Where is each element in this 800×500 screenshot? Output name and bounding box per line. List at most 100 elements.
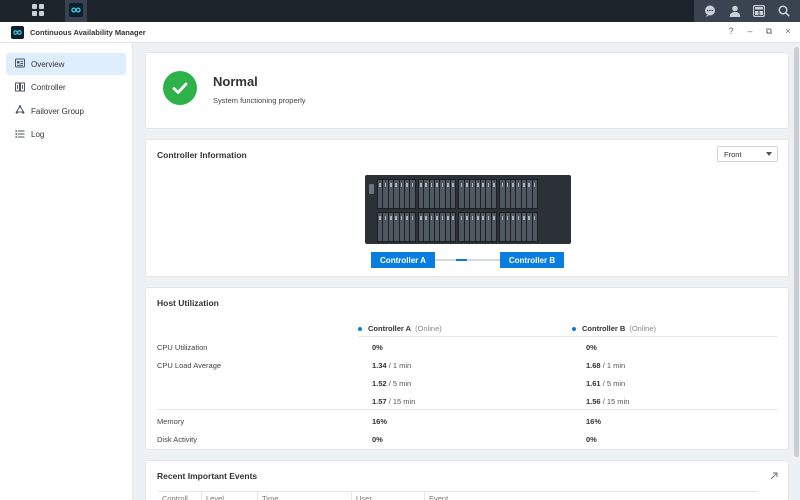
drive-row-top [377,179,538,209]
minimize-button[interactable]: – [746,26,754,37]
drive-bay [404,213,410,241]
drive-bay [527,213,532,241]
cpu-load-a-5min: 1.52 / 5 min [372,379,412,388]
status-ok-icon [163,71,197,105]
drive-bay [464,180,470,208]
controller-b-badge[interactable]: Controller B [500,252,564,268]
divider [358,336,778,337]
drive-bay [394,180,399,208]
drive-bay [486,213,491,241]
drive-bay [481,213,486,241]
card-title: Host Utilization [157,298,219,308]
disk-activity-a: 0% [372,435,383,444]
drive-bay [470,180,475,208]
host-utilization-card: Host Utilization Controller A (Online) C… [145,287,789,450]
drive-bay [399,180,404,208]
drive-bay [451,213,456,241]
drive-bay [388,213,394,241]
drive-bay-group [377,212,416,242]
status-title: Normal [213,74,258,89]
drive-bay [445,180,451,208]
recent-events-card: Recent Important Events Controll... Leve… [145,460,789,500]
drive-bay [434,180,440,208]
cpu-utilization-a: 0% [372,343,383,352]
drive-bay [521,180,527,208]
drive-bay-group [377,179,416,209]
cpu-utilization-b: 0% [586,343,597,352]
chevron-down-icon [766,152,772,156]
column-state: (Online) [629,324,657,333]
cpu-load-b-5min: 1.61 / 5 min [586,379,626,388]
status-subtitle: System functioning properly [213,96,306,105]
drive-bay-group [458,179,498,209]
app-logo-icon [11,25,24,39]
drive-row-bottom [377,212,538,242]
cpu-load-a-15min: 1.57 / 15 min [372,397,416,406]
scrollbar[interactable] [794,47,799,457]
online-dot-icon [358,326,362,331]
drive-bay-group [458,212,498,242]
online-dot-icon [572,326,576,331]
controller-information-card: Controller Information Front Controller … [145,139,789,277]
sidebar-item-log[interactable]: Log [6,124,126,146]
sidebar-item-label: Log [31,130,45,139]
memory-b: 16% [586,417,602,426]
drive-bay [383,180,388,208]
drive-bay [378,180,383,208]
help-button[interactable]: ? [727,26,735,37]
drive-bay [505,180,510,208]
drive-bay [434,213,440,241]
view-select[interactable]: Front [717,146,778,162]
drive-bay [532,213,537,241]
sidebar-item-failover-group[interactable]: Failover Group [6,100,126,122]
grid-icon [32,4,44,18]
sidebar: Overview Controller Failover Group Log [0,43,133,500]
close-button[interactable]: × [784,26,792,37]
column-header-level[interactable]: Level [202,492,258,500]
app-window: Continuous Availability Manager ? – ⧉ × … [0,22,800,500]
controller-link-line [435,259,500,261]
drive-bay [505,213,510,241]
widgets-icon[interactable] [750,2,768,20]
drive-bay [486,180,491,208]
drive-bay [424,213,429,241]
user-icon[interactable] [726,2,744,20]
drive-bay [470,213,475,241]
drive-bay [410,213,415,241]
drive-bay [459,213,464,241]
drive-bay-group [499,179,538,209]
taskbar-app-button[interactable] [65,0,87,22]
controller-a-column-header: Controller A (Online) [358,324,442,333]
controller-b-column-header: Controller B (Online) [572,324,656,333]
window-controls: ? – ⧉ × [727,26,792,37]
main-menu-button[interactable] [27,0,49,22]
drive-bay [429,213,434,241]
drive-bay [394,213,399,241]
drive-bay [445,213,451,241]
column-header-event[interactable]: Event [425,492,758,500]
failover-icon [15,105,25,117]
cpu-load-b-15min: 1.56 / 15 min [586,397,630,406]
window-titlebar[interactable]: Continuous Availability Manager ? – ⧉ × [0,22,800,43]
drive-bay [516,213,521,241]
drive-bay [475,180,481,208]
expand-icon[interactable] [770,472,778,482]
column-header-user[interactable]: User [352,492,425,500]
column-name: Controller B [582,324,626,333]
column-header-time[interactable]: Time [258,492,352,500]
column-header-controller[interactable]: Controll... [158,492,202,500]
search-icon[interactable] [775,2,793,20]
controller-a-badge[interactable]: Controller A [371,252,435,268]
drive-bay [378,213,383,241]
cpu-load-label: CPU Load Average [157,361,222,370]
drive-bay [532,180,537,208]
drive-bay [459,180,464,208]
sidebar-item-controller[interactable]: Controller [6,77,126,99]
chat-icon[interactable] [701,2,719,20]
drive-bay [399,213,404,241]
drive-bay [491,180,497,208]
divider [157,409,778,410]
restore-button[interactable]: ⧉ [765,26,773,37]
sidebar-item-overview[interactable]: Overview [6,53,126,75]
drive-bay [500,213,505,241]
